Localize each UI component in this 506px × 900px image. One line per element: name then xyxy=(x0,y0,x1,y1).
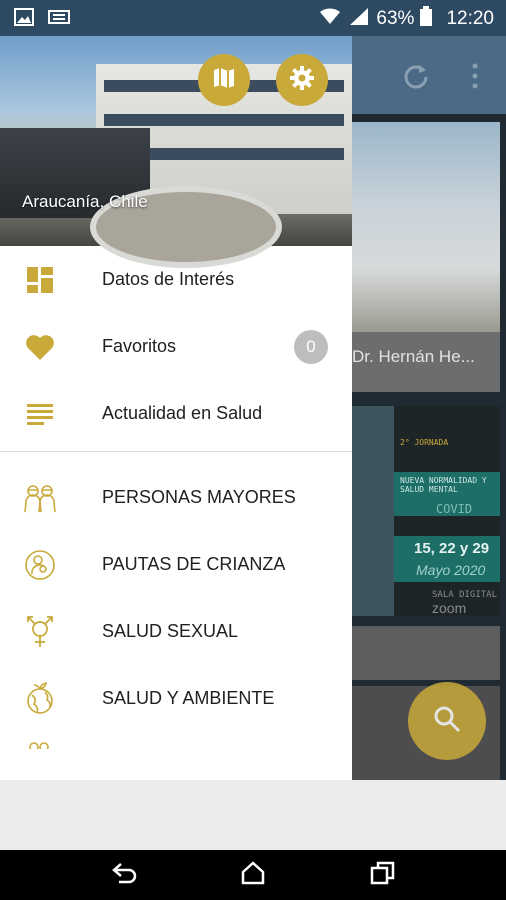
news-card-image xyxy=(352,122,500,332)
parenting-icon xyxy=(22,547,58,583)
menu-item-label: PAUTAS DE CRIANZA xyxy=(102,554,286,574)
building-windows xyxy=(104,114,344,126)
menu-item-label: Actualidad en Salud xyxy=(102,403,263,423)
clock: 12:20 xyxy=(446,8,494,29)
event-app: zoom xyxy=(432,600,467,616)
event-card[interactable]: 2° JORNADA NUEVA NORMALIDAD Y SALUD MENT… xyxy=(352,406,500,616)
map-icon xyxy=(211,65,237,96)
search-fab-button[interactable] xyxy=(408,682,486,760)
menu-item-favoritos[interactable]: Favoritos 0 xyxy=(0,313,352,380)
image-notification-icon xyxy=(14,8,34,31)
event-edition: 2° JORNADA xyxy=(400,438,449,447)
drawer-header: Araucanía, Chile xyxy=(0,36,352,268)
signal-icon xyxy=(348,6,370,32)
map-button[interactable] xyxy=(198,54,250,106)
menu-item-datos-de-interes[interactable]: Datos de Interés xyxy=(0,246,352,313)
home-button[interactable] xyxy=(238,860,268,890)
news-card-title: Dr. Hernán He... xyxy=(352,347,475,366)
battery-percent: 63% xyxy=(376,8,415,29)
gear-icon xyxy=(289,65,315,96)
elderly-icon xyxy=(22,480,58,516)
home-icon xyxy=(240,860,266,890)
menu-item-salud-y-ambiente[interactable]: SALUD Y AMBIENTE xyxy=(0,665,352,732)
menu-item-label: SALUD Y AMBIENTE xyxy=(102,688,275,708)
search-icon xyxy=(433,705,461,738)
recents-button[interactable] xyxy=(368,861,398,890)
system-navigation-bar xyxy=(0,850,506,900)
event-platform: SALA DIGITAL xyxy=(432,590,498,600)
bottom-area xyxy=(0,780,506,850)
globe-plant-icon xyxy=(22,681,58,717)
menu-divider xyxy=(0,451,352,452)
event-card-image xyxy=(352,406,394,616)
navigation-drawer: Araucanía, Chile Datos de Interés Favori… xyxy=(0,36,352,780)
location-label: Araucanía, Chile xyxy=(22,192,148,211)
gender-icon xyxy=(22,614,58,650)
event-title: NUEVA NORMALIDAD Y SALUD MENTAL xyxy=(400,476,487,494)
recents-icon xyxy=(370,861,396,890)
menu-item-actualidad-en-salud[interactable]: Actualidad en Salud xyxy=(0,380,352,447)
event-subtitle: COVID xyxy=(436,502,473,516)
dashboard-icon xyxy=(22,262,58,298)
news-card[interactable]: Dr. Hernán He... xyxy=(352,122,500,392)
menu-item-label: PERSONAS MAYORES xyxy=(102,487,296,507)
wifi-icon xyxy=(318,6,342,32)
heart-icon xyxy=(22,329,58,365)
back-button[interactable] xyxy=(110,862,140,888)
app-notification-icon xyxy=(48,8,70,31)
menu-item-salud-sexual[interactable]: SALUD SEXUAL xyxy=(0,598,352,665)
menu-item-more[interactable] xyxy=(0,732,352,752)
main-toolbar xyxy=(352,36,506,114)
menu-item-label: Datos de Interés xyxy=(102,269,235,289)
refresh-icon[interactable] xyxy=(402,62,430,95)
partial-icon xyxy=(28,736,50,754)
event-month: Mayo 2020 xyxy=(416,562,486,578)
favorites-count-badge: 0 xyxy=(294,329,328,364)
event-dates: 15, 22 y 29 xyxy=(414,540,490,557)
menu-item-personas-mayores[interactable]: PERSONAS MAYORES xyxy=(0,464,352,531)
settings-button[interactable] xyxy=(276,54,328,106)
status-bar: 63% 12:20 xyxy=(0,0,506,36)
drawer-menu: Datos de Interés Favoritos 0 Actualidad … xyxy=(0,246,352,752)
menu-item-label: Favoritos xyxy=(102,336,177,356)
notes-icon xyxy=(22,396,58,432)
more-options-icon[interactable] xyxy=(470,62,480,95)
menu-item-pautas-de-crianza[interactable]: PAUTAS DE CRIANZA xyxy=(0,531,352,598)
card-placeholder xyxy=(352,626,500,680)
battery-icon xyxy=(420,6,433,32)
back-icon xyxy=(111,862,139,889)
menu-item-label: SALUD SEXUAL xyxy=(102,621,239,641)
